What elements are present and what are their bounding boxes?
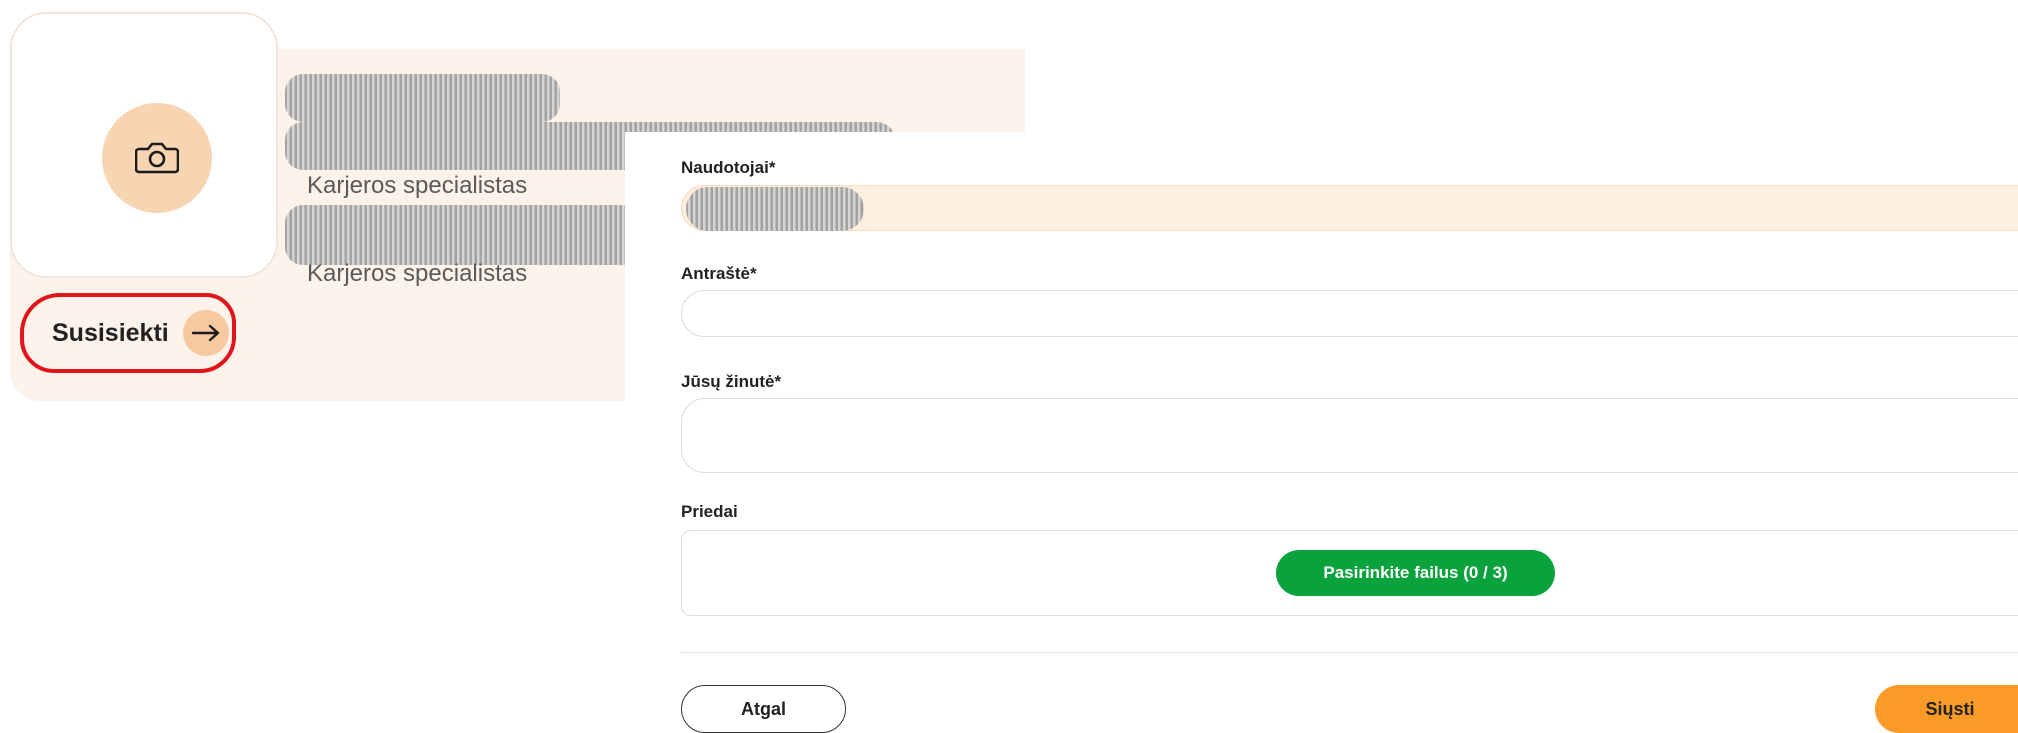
title-input[interactable] xyxy=(681,290,2018,337)
attachments-dropzone[interactable]: Pasirinkite failus (0 / 3) xyxy=(681,530,2018,616)
profile-photo-placeholder xyxy=(10,12,278,278)
redacted-name-1 xyxy=(285,74,560,122)
contact-button-label: Susisiekti xyxy=(52,318,169,347)
choose-files-button[interactable]: Pasirinkite failus (0 / 3) xyxy=(1276,550,1555,596)
send-button[interactable]: Siųsti xyxy=(1875,685,2018,733)
form-divider xyxy=(681,652,2018,653)
specialist-role-1: Karjeros specialistas xyxy=(307,172,528,199)
message-textarea[interactable] xyxy=(681,398,2018,473)
specialist-role-2: Karjeros specialistas xyxy=(307,260,528,287)
back-button[interactable]: Atgal xyxy=(681,685,846,733)
arrow-right-icon xyxy=(182,310,229,356)
users-label: Naudotojai* xyxy=(681,158,776,177)
attachments-label: Priedai xyxy=(681,502,738,521)
contact-form-modal: Naudotojai* Antraštė* Jūsų žinutė* Pried… xyxy=(625,132,2018,733)
message-label: Jūsų žinutė* xyxy=(681,372,782,391)
camera-icon xyxy=(102,103,212,213)
redacted-name-2 xyxy=(285,205,640,265)
redacted-user-chip xyxy=(686,187,864,231)
users-field[interactable] xyxy=(681,185,2018,231)
contact-button[interactable]: Susisiekti xyxy=(20,293,236,373)
title-label: Antraštė* xyxy=(681,264,757,283)
